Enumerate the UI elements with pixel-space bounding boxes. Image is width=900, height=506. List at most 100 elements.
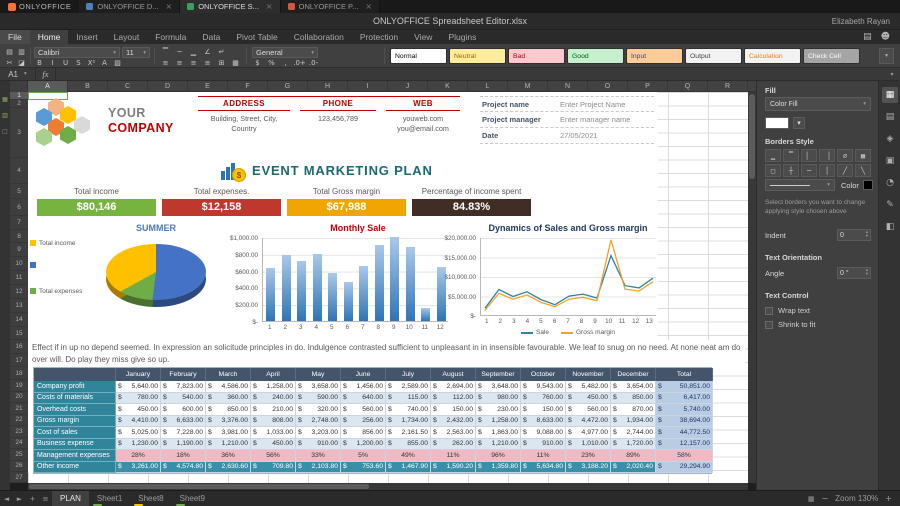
table-cell[interactable]: $590.00 bbox=[296, 393, 341, 405]
table-cell[interactable]: $240.00 bbox=[251, 393, 296, 405]
row-header-12[interactable]: 12 bbox=[10, 285, 28, 299]
border-outside-icon[interactable]: □ bbox=[765, 164, 781, 177]
table-cell[interactable]: $808.00 bbox=[251, 416, 296, 428]
close-icon[interactable]: × bbox=[166, 2, 173, 11]
table-cell[interactable]: 28% bbox=[116, 450, 161, 462]
ribbon-tab-formula[interactable]: Formula bbox=[147, 30, 194, 44]
shrink-to-fit-checkbox[interactable] bbox=[765, 321, 773, 329]
ribbon-tab-layout[interactable]: Layout bbox=[106, 30, 148, 44]
fill-color-dropdown[interactable]: ▾ bbox=[793, 117, 805, 129]
borders-icon[interactable]: ▦ bbox=[230, 58, 241, 68]
horizontal-scrollbar-thumb[interactable] bbox=[29, 484, 369, 489]
table-cell[interactable]: 11% bbox=[521, 450, 566, 462]
zoom-in-icon[interactable]: + bbox=[885, 494, 892, 503]
table-cell[interactable]: $7,228.00 bbox=[161, 427, 206, 439]
align-left-icon[interactable]: ≡ bbox=[160, 58, 171, 68]
user-profile-icon[interactable]: ☻ bbox=[881, 32, 890, 42]
column-header-C[interactable]: C bbox=[108, 81, 148, 92]
table-cell[interactable]: $4,977.00 bbox=[566, 427, 611, 439]
add-sheet-button[interactable]: + bbox=[26, 495, 39, 503]
row-header-10[interactable]: 10 bbox=[10, 257, 28, 271]
bold-icon[interactable]: B bbox=[34, 58, 45, 68]
percent-style-icon[interactable]: % bbox=[266, 58, 277, 68]
table-cell[interactable]: $1,210.00 bbox=[476, 439, 521, 451]
italic-icon[interactable]: I bbox=[47, 58, 58, 68]
column-header-L[interactable]: L bbox=[468, 81, 508, 92]
table-cell[interactable]: $8,633.00 bbox=[521, 416, 566, 428]
table-cell[interactable]: $4,410.00 bbox=[116, 416, 161, 428]
border-diag-up-icon[interactable]: ╱ bbox=[837, 164, 853, 177]
table-header-cell[interactable]: February bbox=[161, 368, 206, 381]
table-cell[interactable]: 11% bbox=[431, 450, 476, 462]
document-tab[interactable]: ONLYOFFICE D...× bbox=[79, 0, 180, 13]
chart-icon[interactable]: ▥ bbox=[1, 112, 9, 119]
border-diag-down-icon[interactable]: ╲ bbox=[855, 164, 871, 177]
kpi-value-banner[interactable]: $12,158 bbox=[162, 199, 281, 216]
column-header-B[interactable]: B bbox=[68, 81, 108, 92]
ribbon-tab-home[interactable]: Home bbox=[30, 30, 69, 44]
table-cell[interactable]: $560.00 bbox=[566, 404, 611, 416]
comment-icon[interactable]: □ bbox=[1, 128, 9, 135]
table-cell[interactable]: $210.00 bbox=[251, 404, 296, 416]
table-cell[interactable]: $5,640.00 bbox=[116, 381, 161, 393]
table-cell[interactable]: $1,467.90 bbox=[386, 462, 431, 474]
table-cell[interactable]: $2,744.00 bbox=[611, 427, 656, 439]
table-total-cell[interactable]: $6,417.00 bbox=[656, 393, 713, 405]
pie-chart[interactable] bbox=[106, 244, 206, 300]
zoom-out-icon[interactable]: − bbox=[821, 494, 828, 503]
vertical-scrollbar[interactable] bbox=[748, 92, 756, 483]
table-cell[interactable]: $4,574.80 bbox=[161, 462, 206, 474]
table-cell[interactable]: $540.00 bbox=[161, 393, 206, 405]
table-cell[interactable]: 89% bbox=[611, 450, 656, 462]
underline-icon[interactable]: U bbox=[60, 58, 71, 68]
table-cell[interactable]: $2,563.00 bbox=[431, 427, 476, 439]
horizontal-scrollbar[interactable] bbox=[28, 483, 748, 490]
border-top-icon[interactable]: ▔ bbox=[783, 149, 799, 162]
border-width-select[interactable]: ▾ bbox=[765, 179, 835, 191]
kpi-value-banner[interactable]: 84.83% bbox=[412, 199, 531, 216]
formula-input[interactable] bbox=[56, 68, 884, 80]
align-center-icon[interactable]: ≡ bbox=[174, 58, 185, 68]
table-cell[interactable]: $3,261.00 bbox=[116, 462, 161, 474]
chart-settings-icon[interactable]: ◔ bbox=[882, 175, 898, 191]
row-label-cell[interactable]: Costs of materials bbox=[34, 393, 116, 405]
project-row-value[interactable]: 27/05/2021 bbox=[560, 131, 598, 140]
table-cell[interactable]: $1,230.00 bbox=[116, 439, 161, 451]
column-header-M[interactable]: M bbox=[508, 81, 548, 92]
table-cell[interactable]: $450.00 bbox=[116, 404, 161, 416]
wrap-text-icon[interactable]: ↵ bbox=[216, 47, 227, 57]
row-header-14[interactable]: 14 bbox=[10, 313, 28, 327]
table-cell[interactable]: $2,694.00 bbox=[431, 381, 476, 393]
kpi-value-banner[interactable]: $80,146 bbox=[37, 199, 156, 216]
table-cell[interactable]: $5,634.80 bbox=[521, 462, 566, 474]
table-cell[interactable]: $1,734.00 bbox=[386, 416, 431, 428]
row-header-4[interactable]: 4 bbox=[10, 158, 28, 184]
cell-style-calculation[interactable]: Calculation bbox=[744, 48, 801, 64]
table-cell[interactable]: $256.00 bbox=[341, 416, 386, 428]
print-icon[interactable]: ▤ bbox=[863, 32, 872, 42]
column-header-N[interactable]: N bbox=[548, 81, 588, 92]
table-total-cell[interactable]: 58% bbox=[656, 450, 713, 462]
line-chart-plot[interactable] bbox=[480, 238, 656, 316]
table-cell[interactable]: $2,432.00 bbox=[431, 416, 476, 428]
table-header-cell[interactable]: December bbox=[611, 368, 656, 381]
table-cell[interactable]: $753.60 bbox=[341, 462, 386, 474]
table-settings-icon[interactable]: ▤ bbox=[882, 109, 898, 125]
table-cell[interactable]: $112.00 bbox=[431, 393, 476, 405]
table-cell[interactable]: $2,748.00 bbox=[296, 416, 341, 428]
row-header-21[interactable]: 21 bbox=[10, 403, 28, 415]
sheet-tab-sheet8[interactable]: Sheet8 bbox=[130, 491, 171, 506]
table-cell[interactable]: $560.00 bbox=[341, 404, 386, 416]
fill-color-swatch[interactable] bbox=[765, 117, 789, 129]
indent-spinner[interactable]: 0 ▴▾ bbox=[837, 229, 871, 241]
table-cell[interactable]: $850.00 bbox=[206, 404, 251, 416]
select-all-corner[interactable] bbox=[10, 81, 28, 92]
wrap-text-checkbox[interactable] bbox=[765, 307, 773, 315]
copy-icon[interactable]: ▥ bbox=[16, 47, 27, 57]
table-cell[interactable]: $2,630.60 bbox=[206, 462, 251, 474]
row-header-13[interactable]: 13 bbox=[10, 299, 28, 313]
angle-spinner[interactable]: 0 ° ▴▾ bbox=[837, 267, 871, 279]
next-sheet-icon[interactable]: ► bbox=[13, 495, 26, 503]
document-tab[interactable]: ONLYOFFICE P...× bbox=[281, 0, 380, 13]
border-bottom-icon[interactable]: ▁ bbox=[765, 149, 781, 162]
